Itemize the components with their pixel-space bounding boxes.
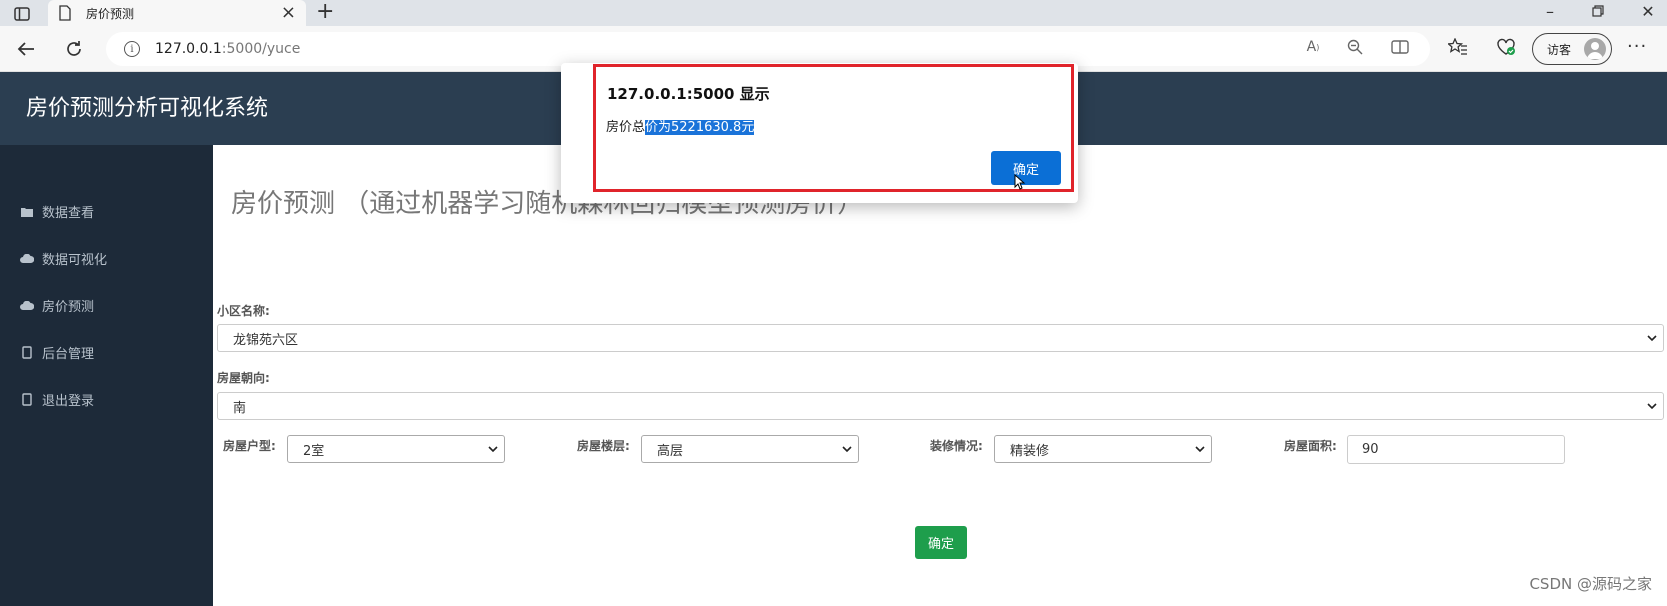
- close-tab-icon[interactable]: ×: [281, 4, 296, 22]
- minimize-icon[interactable]: –: [1535, 2, 1565, 22]
- alert-title: 127.0.0.1:5000 显示: [607, 85, 770, 103]
- layout-select[interactable]: 2室: [287, 435, 505, 463]
- orientation-select[interactable]: 南: [217, 392, 1664, 420]
- page-icon: [59, 5, 71, 21]
- sidebar-item-admin[interactable]: 后台管理: [20, 343, 94, 362]
- sidebar-item-price-prediction[interactable]: 房价预测: [20, 296, 94, 315]
- decoration-label: 装修情况:: [930, 439, 983, 453]
- alert-message-selected: 价为5221630.8元: [645, 120, 755, 135]
- tablet-icon: [20, 393, 34, 406]
- browser-tab-bar: 房价预测 × + – ✕: [0, 0, 1667, 26]
- folder-icon: [20, 207, 34, 217]
- area-input[interactable]: 90: [1347, 435, 1565, 464]
- chevron-down-icon: [488, 446, 498, 453]
- zoom-icon[interactable]: [1342, 34, 1368, 60]
- url-host: 127.0.0.1: [155, 41, 222, 57]
- cloud-icon: [20, 300, 34, 311]
- floor-select[interactable]: 高层: [641, 435, 859, 463]
- floor-label: 房屋楼层:: [577, 439, 630, 453]
- decoration-value: 精装修: [1010, 443, 1050, 459]
- address-bar[interactable]: i 127.0.0.1:5000/yuce: [106, 32, 1430, 66]
- tab-actions-icon[interactable]: [9, 4, 35, 24]
- read-aloud-icon[interactable]: A): [1300, 34, 1326, 60]
- profile-label: 访客: [1547, 42, 1572, 57]
- alert-message: 房价总价为5221630.8元: [606, 116, 755, 135]
- site-info-icon[interactable]: i: [124, 41, 140, 57]
- url-path: :5000/yuce: [221, 41, 301, 57]
- chevron-down-icon: [1195, 446, 1205, 453]
- alert-message-prefix: 房价总: [606, 120, 646, 135]
- decoration-select[interactable]: 精装修: [994, 435, 1212, 463]
- sidebar-item-label: 后台管理: [42, 347, 95, 362]
- community-value: 龙锦苑六区: [233, 332, 299, 348]
- avatar-icon: [1584, 38, 1606, 60]
- submit-button[interactable]: 确定: [915, 526, 967, 559]
- cloud-icon: [20, 253, 34, 264]
- sidebar-item-data-view[interactable]: 数据查看: [20, 202, 94, 221]
- community-select[interactable]: 龙锦苑六区: [217, 324, 1664, 352]
- chevron-down-icon: [1647, 335, 1657, 342]
- back-icon[interactable]: [12, 36, 40, 62]
- more-menu-icon[interactable]: ···: [1627, 36, 1647, 57]
- layout-value: 2室: [303, 443, 325, 459]
- tab-title: 房价预测: [86, 6, 135, 21]
- sidebar-item-label: 数据查看: [42, 206, 95, 221]
- split-screen-icon[interactable]: [1387, 34, 1413, 60]
- community-label: 小区名称:: [217, 304, 270, 318]
- chevron-down-icon: [842, 446, 852, 453]
- chevron-down-icon: [1647, 403, 1657, 410]
- close-window-icon[interactable]: ✕: [1633, 2, 1663, 22]
- area-value: 90: [1362, 442, 1379, 457]
- mouse-cursor-icon: [1014, 174, 1026, 190]
- new-tab-icon[interactable]: +: [316, 1, 334, 23]
- sidebar-item-label: 房价预测: [42, 300, 95, 315]
- sidebar-item-label: 退出登录: [42, 394, 95, 409]
- favorites-icon[interactable]: [1445, 34, 1471, 60]
- app-title: 房价预测分析可视化系统: [26, 96, 269, 121]
- browser-health-icon[interactable]: [1493, 34, 1519, 60]
- browser-tab[interactable]: 房价预测 ×: [48, 0, 306, 26]
- orientation-value: 南: [233, 400, 247, 416]
- sidebar-item-label: 数据可视化: [42, 253, 108, 268]
- area-label: 房屋面积:: [1284, 439, 1337, 453]
- refresh-icon[interactable]: [60, 36, 88, 62]
- sidebar-item-visualization[interactable]: 数据可视化: [20, 249, 107, 268]
- alert-ok-button[interactable]: 确定: [991, 151, 1061, 185]
- watermark: CSDN @源码之家: [1529, 575, 1652, 593]
- orientation-label: 房屋朝向:: [217, 371, 270, 385]
- tablet-icon: [20, 346, 34, 359]
- layout-label: 房屋户型:: [223, 439, 276, 453]
- sidebar-item-logout[interactable]: 退出登录: [20, 390, 94, 409]
- floor-value: 高层: [657, 443, 684, 459]
- restore-icon[interactable]: [1583, 2, 1613, 22]
- profile-button[interactable]: 访客: [1532, 33, 1612, 65]
